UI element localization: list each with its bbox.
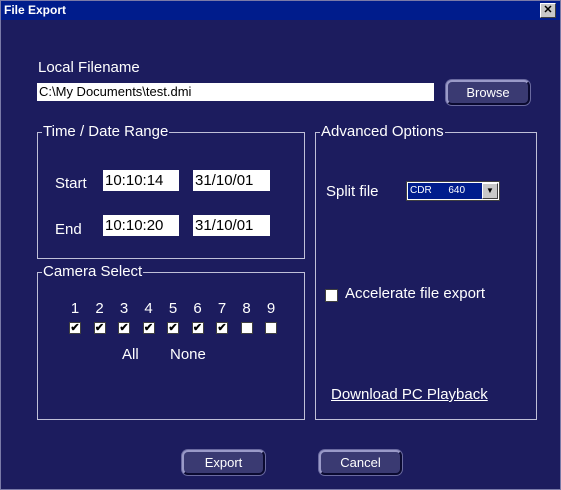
- camera-checkbox-1[interactable]: ✔: [69, 322, 81, 334]
- select-none-link[interactable]: None: [170, 346, 206, 363]
- camera-number-8: 8: [242, 300, 251, 317]
- select-all-link[interactable]: All: [122, 346, 139, 363]
- camera-checkbox-3[interactable]: ✔: [118, 322, 130, 334]
- file-export-dialog: File Export ✕ Local Filename C:\My Docum…: [0, 0, 561, 490]
- close-icon[interactable]: ✕: [540, 3, 556, 18]
- camera-number-9: 9: [266, 300, 276, 317]
- end-label: End: [55, 221, 82, 238]
- camera-checkbox-7[interactable]: ✔: [216, 322, 228, 334]
- split-file-label: Split file: [326, 183, 379, 200]
- time-date-range-group: Time / Date Range: [37, 123, 305, 259]
- export-button[interactable]: Export: [182, 450, 265, 475]
- camera-checkbox-2[interactable]: ✔: [93, 322, 106, 334]
- camera-number-1: 1: [70, 300, 80, 317]
- download-pc-playback-link[interactable]: Download PC Playback: [331, 386, 488, 403]
- camera-number-2: 2: [95, 300, 104, 317]
- chevron-down-icon[interactable]: ▼: [482, 183, 498, 199]
- camera-number-4: 4: [144, 300, 153, 317]
- local-filename-label: Local Filename: [38, 59, 140, 76]
- camera-checkbox-9[interactable]: [265, 322, 277, 334]
- camera-number-7: 7: [217, 300, 227, 317]
- split-file-value: CDR 640: [408, 183, 482, 199]
- accelerate-label: Accelerate file export: [345, 285, 486, 302]
- camera-checkbox-8[interactable]: [240, 322, 253, 334]
- local-filename-input[interactable]: C:\My Documents\test.dmi: [37, 83, 434, 101]
- browse-button[interactable]: Browse: [446, 80, 530, 105]
- camera-select-title: Camera Select: [42, 263, 144, 281]
- start-date-field[interactable]: 31/10/01: [193, 170, 270, 191]
- end-date-field[interactable]: 31/10/01: [193, 215, 270, 236]
- camera-checkbox-4[interactable]: ✔: [142, 322, 155, 334]
- window-title: File Export: [4, 3, 67, 17]
- advanced-options-group: Advanced Options: [315, 123, 537, 420]
- camera-checkbox-5[interactable]: ✔: [167, 322, 179, 334]
- start-label: Start: [55, 175, 87, 192]
- camera-number-6: 6: [193, 300, 202, 317]
- start-time-field[interactable]: 10:10:14: [103, 170, 179, 191]
- accelerate-checkbox[interactable]: [325, 289, 338, 302]
- camera-checkbox-6[interactable]: ✔: [191, 322, 204, 334]
- cancel-button[interactable]: Cancel: [319, 450, 402, 475]
- advanced-options-title: Advanced Options: [320, 123, 445, 141]
- title-bar[interactable]: File Export ✕: [1, 1, 560, 20]
- camera-number-5: 5: [168, 300, 178, 317]
- time-date-range-title: Time / Date Range: [42, 123, 170, 141]
- camera-number-3: 3: [119, 300, 129, 317]
- end-time-field[interactable]: 10:10:20: [103, 215, 179, 236]
- split-file-select[interactable]: CDR 640 ▼: [406, 181, 500, 201]
